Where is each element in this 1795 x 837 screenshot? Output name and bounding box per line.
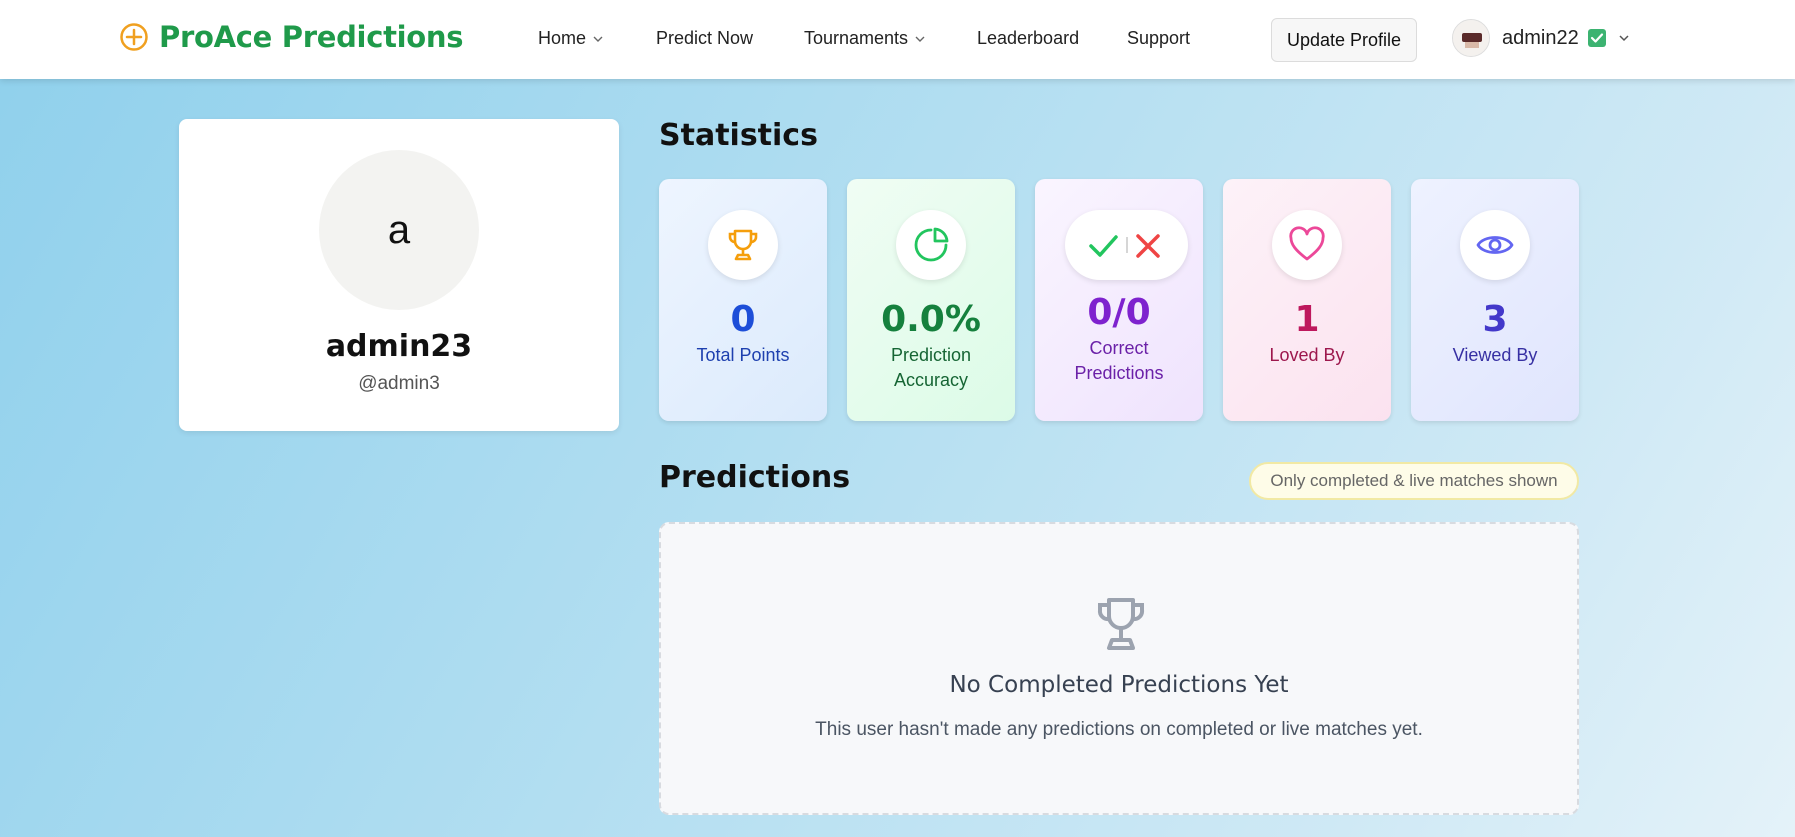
chevron-down-icon (1619, 35, 1629, 42)
chevron-down-icon (593, 36, 603, 42)
stat-value-correct-predictions: 0/0 (1087, 292, 1151, 333)
stat-value-total-points: 0 (730, 299, 756, 340)
stat-card-correct-predictions: 0/0 Correct Predictions (1035, 179, 1203, 421)
check-cross-icon (1088, 234, 1160, 258)
nav-support-label: Support (1127, 28, 1191, 48)
stat-icon-wrap (1460, 210, 1530, 280)
nav-predict-now-label: Predict Now (656, 28, 754, 48)
nav-leaderboard-label: Leaderboard (977, 28, 1080, 48)
profile-avatar: a (319, 150, 479, 310)
nav-predict-now[interactable]: Predict Now (656, 28, 753, 49)
trophy-icon (728, 229, 758, 261)
brand-logo[interactable]: ProAce Predictions (119, 20, 464, 54)
stat-label-loved-by: Loved By (1269, 345, 1345, 365)
profile-card: a admin23 @admin3 (179, 119, 619, 431)
stat-icon-wrap (1272, 210, 1342, 280)
update-profile-button[interactable]: Update Profile (1271, 18, 1417, 62)
stat-value-viewed-by: 3 (1482, 299, 1508, 340)
empty-state-title: No Completed Predictions Yet (949, 672, 1289, 698)
brand-name: ProAce Predictions (159, 20, 464, 54)
heart-icon (1289, 226, 1325, 261)
username: admin22 (1502, 26, 1579, 49)
stat-card-loved-by: 1 Loved By (1223, 179, 1391, 421)
nav-leaderboard[interactable]: Leaderboard (977, 28, 1079, 49)
stat-icon-wrap (708, 210, 778, 280)
plus-circle-icon (120, 23, 148, 51)
profile-handle: @admin3 (358, 373, 440, 394)
nav-tournaments[interactable]: Tournaments (804, 28, 926, 49)
stat-card-viewed-by: 3 Viewed By (1411, 179, 1579, 421)
verified-check-icon (1587, 29, 1606, 47)
top-navbar: ProAce Predictions Home Predict Now Tour… (0, 0, 1795, 79)
stat-icon-wrap (1065, 210, 1188, 280)
nav-support[interactable]: Support (1127, 28, 1190, 49)
user-menu[interactable]: admin22 (1452, 19, 1631, 57)
eye-icon (1476, 236, 1514, 254)
nav-home[interactable]: Home (538, 28, 604, 49)
predictions-title: Predictions (659, 460, 851, 495)
pie-chart-icon (914, 227, 949, 262)
stat-icon-wrap (896, 210, 966, 280)
avatar (1452, 19, 1490, 57)
stat-label-correct-predictions: Correct Predictions (1074, 338, 1164, 383)
statistics-title: Statistics (659, 118, 818, 153)
stat-value-prediction-accuracy: 0.0% (881, 299, 981, 340)
stat-card-prediction-accuracy: 0.0% Prediction Accuracy (847, 179, 1015, 421)
stat-label-total-points: Total Points (696, 345, 790, 365)
nav-home-label: Home (538, 28, 587, 48)
avatar-image-icon (1453, 20, 1489, 56)
trophy-icon (1097, 598, 1145, 650)
chevron-down-icon (915, 36, 925, 42)
predictions-empty-state: No Completed Predictions Yet This user h… (659, 522, 1579, 815)
nav-tournaments-label: Tournaments (804, 28, 909, 48)
stat-label-prediction-accuracy: Prediction Accuracy (890, 345, 972, 390)
stat-label-viewed-by: Viewed By (1452, 345, 1538, 365)
predictions-filter-badge: Only completed & live matches shown (1249, 462, 1579, 500)
stat-value-loved-by: 1 (1294, 299, 1320, 340)
stat-card-total-points: 0 Total Points (659, 179, 827, 421)
empty-state-text: This user hasn't made any predictions on… (815, 719, 1423, 740)
profile-display-name: admin23 (325, 329, 473, 364)
